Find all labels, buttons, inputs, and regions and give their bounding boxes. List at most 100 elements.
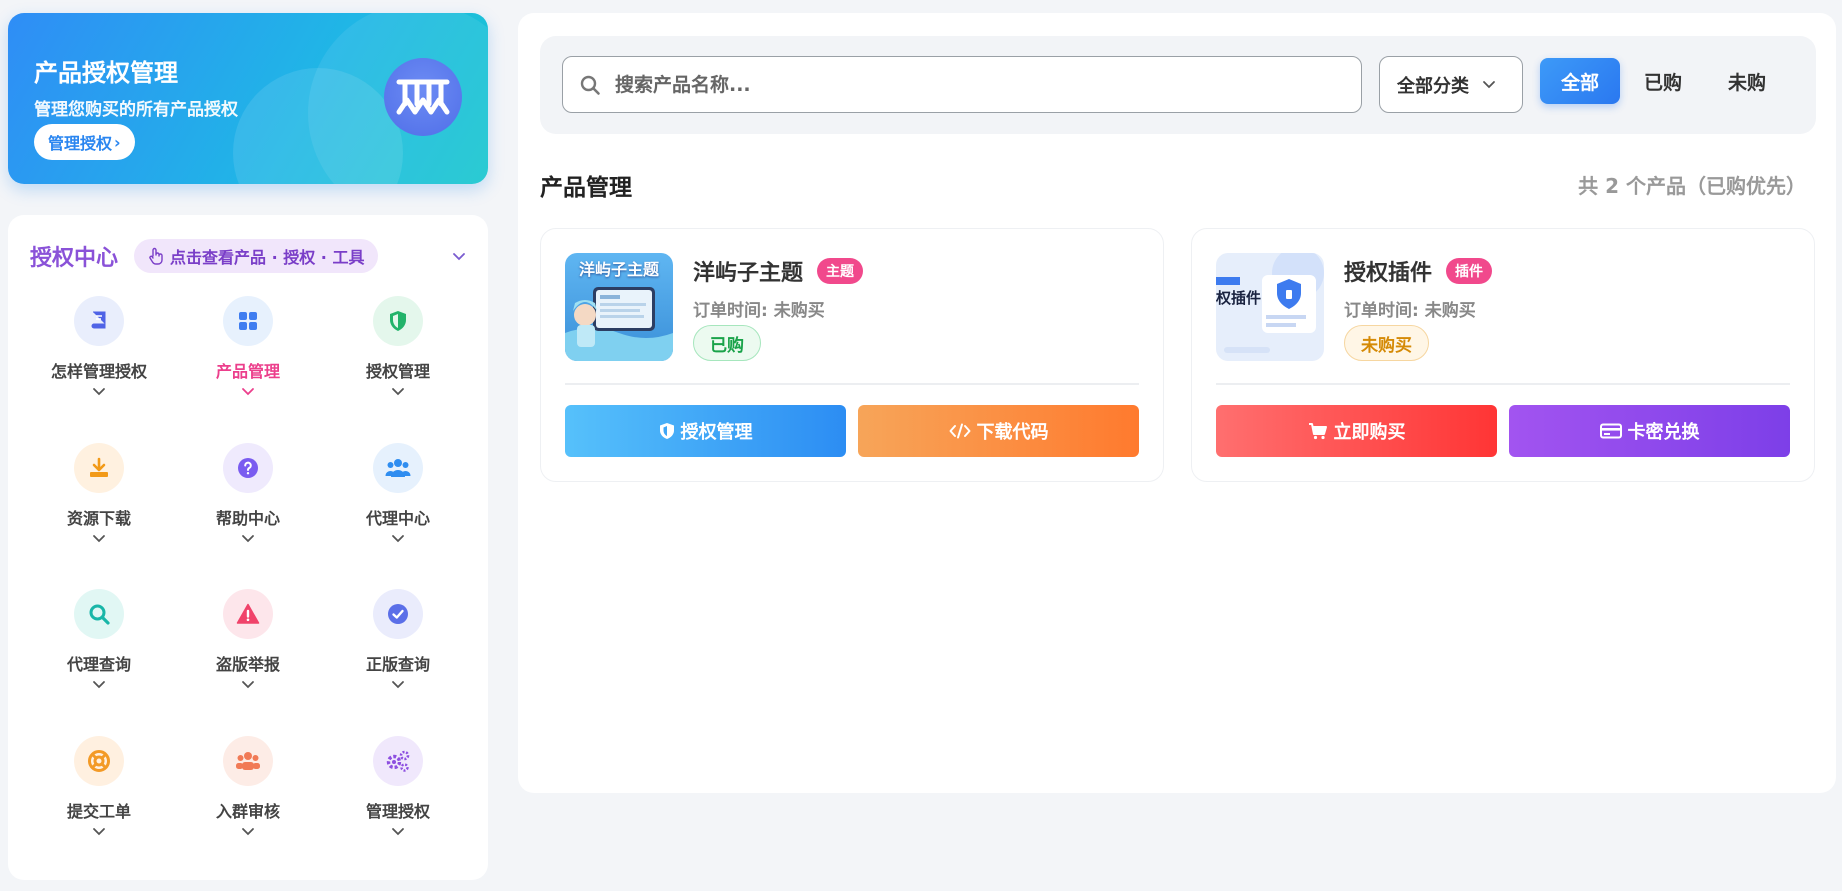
grid-item-manage-license[interactable]: 管理授权: [323, 736, 473, 856]
icon-circle: [74, 736, 124, 786]
users-icon: [385, 459, 411, 477]
question-icon: [238, 458, 258, 478]
shield-icon: [659, 423, 674, 439]
license-management-button[interactable]: 授权管理: [565, 405, 846, 457]
grid-item-label: 资源下载: [66, 509, 131, 528]
grid-item-piracy-report[interactable]: 盗版举报: [173, 589, 323, 709]
hint-text: 点击查看产品 · 授权 · 工具: [170, 248, 365, 267]
purchase-status-badge: 未购买: [1344, 325, 1429, 361]
grid-item-label: 帮助中心: [215, 509, 280, 528]
download-icon: [90, 457, 108, 477]
button-label: 下载代码: [976, 422, 1049, 443]
filter-bar: 全部分类 全部 已购 未购: [540, 36, 1816, 134]
grid-item-submit-ticket[interactable]: 提交工单: [24, 736, 174, 856]
chevron-down-icon: [392, 388, 404, 396]
grid-item-label: 怎样管理授权: [50, 362, 147, 381]
grid-item-label: 盗版举报: [215, 655, 280, 674]
chevron-down-icon: [392, 681, 404, 689]
grid-item-label: 代理中心: [365, 509, 430, 528]
product-count: 共 2 个产品（已购优先）: [1578, 174, 1806, 198]
grid-item-help-center[interactable]: 帮助中心: [173, 443, 323, 563]
icon-circle: [373, 443, 423, 493]
icon-circle: [74, 443, 124, 493]
icon-circle: [74, 296, 124, 346]
product-name-text: 授权插件: [1344, 261, 1433, 286]
cart-icon: [1308, 423, 1327, 440]
grid-icon: [239, 312, 257, 330]
product-card: 洋屿子主题 洋屿子主题 主题 订单时间: 未购买 已购 授权管理 下载代码: [540, 228, 1164, 482]
chevron-down-icon: [242, 828, 254, 836]
buy-now-button[interactable]: 立即购买: [1216, 405, 1497, 457]
button-label: 授权管理: [680, 422, 753, 443]
grid-item-label: 产品管理: [215, 362, 280, 381]
hero-title: 产品授权管理: [34, 59, 178, 87]
icon-circle: [373, 589, 423, 639]
authorization-center-panel: 授权中心 点击查看产品 · 授权 · 工具 怎样管理授权 产品管理 授权管理 资…: [8, 215, 488, 880]
chevron-down-icon: [392, 828, 404, 836]
product-type-badge: 插件: [1446, 258, 1493, 284]
grid-item-product-management[interactable]: 产品管理: [173, 296, 323, 416]
manage-license-button[interactable]: 管理授权 ›: [34, 124, 135, 160]
icon-circle: [373, 736, 423, 786]
pointer-hand-icon: [149, 247, 163, 265]
product-name-text: 洋屿子主题: [693, 261, 804, 286]
order-time: 订单时间: 未购买: [1344, 301, 1476, 321]
card-divider: [1216, 383, 1790, 385]
code-icon: [949, 423, 970, 439]
search-box[interactable]: [562, 56, 1362, 113]
group-icon: [236, 752, 260, 770]
chevron-down-icon: [242, 388, 254, 396]
card-key-redeem-button[interactable]: 卡密兑换: [1509, 405, 1790, 457]
grid-item-label: 授权管理: [365, 362, 430, 381]
main-panel: 全部分类 全部 已购 未购 产品管理 共 2 个产品（已购优先）: [518, 13, 1836, 793]
warning-icon: [236, 603, 260, 624]
grid-item-license-management[interactable]: 授权管理: [323, 296, 473, 416]
grid-item-agent-center[interactable]: 代理中心: [323, 443, 473, 563]
chevron-down-icon: [242, 681, 254, 689]
search-icon: [89, 604, 110, 625]
grid-item-how-to-manage[interactable]: 怎样管理授权: [24, 296, 174, 416]
icon-circle: [373, 296, 423, 346]
search-icon: [580, 75, 600, 95]
category-value: 全部分类: [1397, 75, 1469, 97]
card-divider: [565, 383, 1139, 385]
chevron-down-icon: [93, 828, 105, 836]
search-input[interactable]: [615, 73, 1335, 96]
icon-circle: [223, 443, 273, 493]
tab-purchased[interactable]: 已购: [1623, 58, 1703, 104]
grid-item-resource-download[interactable]: 资源下载: [24, 443, 174, 563]
icon-circle: [74, 589, 124, 639]
tab-all[interactable]: 全部: [1540, 58, 1620, 104]
chevron-down-icon: [93, 535, 105, 543]
button-label: 卡密兑换: [1627, 422, 1700, 443]
chevron-down-icon: [392, 535, 404, 543]
download-code-button[interactable]: 下载代码: [858, 405, 1139, 457]
thumbnail-title: 权插件: [1216, 289, 1262, 307]
grid-item-label: 代理查询: [66, 655, 131, 674]
chevron-right-icon: ›: [114, 132, 121, 152]
grid-item-genuine-query[interactable]: 正版查询: [323, 589, 473, 709]
thumbnail-title: 洋屿子主题: [578, 260, 659, 279]
purchase-status-badge: 已购: [693, 325, 761, 361]
manage-license-label: 管理授权: [48, 134, 113, 153]
tab-not-purchased[interactable]: 未购: [1707, 58, 1787, 104]
product-name: 洋屿子主题 主题: [693, 255, 864, 287]
hero-card: 产品授权管理 管理您购买的所有产品授权 管理授权 ›: [8, 13, 488, 184]
check-circle-icon: [388, 604, 408, 624]
icon-circle: [223, 589, 273, 639]
shield-icon: [390, 311, 406, 331]
grid-item-label: 入群审核: [215, 802, 280, 821]
product-name: 授权插件 插件: [1344, 255, 1493, 287]
credit-card-icon: [1599, 423, 1622, 439]
icon-circle: [223, 736, 273, 786]
hero-subtitle: 管理您购买的所有产品授权: [34, 100, 238, 120]
collapse-chevron-icon[interactable]: [450, 247, 468, 265]
chevron-down-icon: [1483, 80, 1495, 88]
grid-item-label: 正版查询: [365, 655, 430, 674]
button-label: 立即购买: [1333, 422, 1406, 443]
grid-item-label: 管理授权: [365, 802, 430, 821]
authorization-center-hint[interactable]: 点击查看产品 · 授权 · 工具: [134, 239, 379, 273]
grid-item-group-review[interactable]: 入群审核: [173, 736, 323, 856]
grid-item-agent-query[interactable]: 代理查询: [24, 589, 174, 709]
category-select[interactable]: 全部分类: [1379, 56, 1523, 113]
